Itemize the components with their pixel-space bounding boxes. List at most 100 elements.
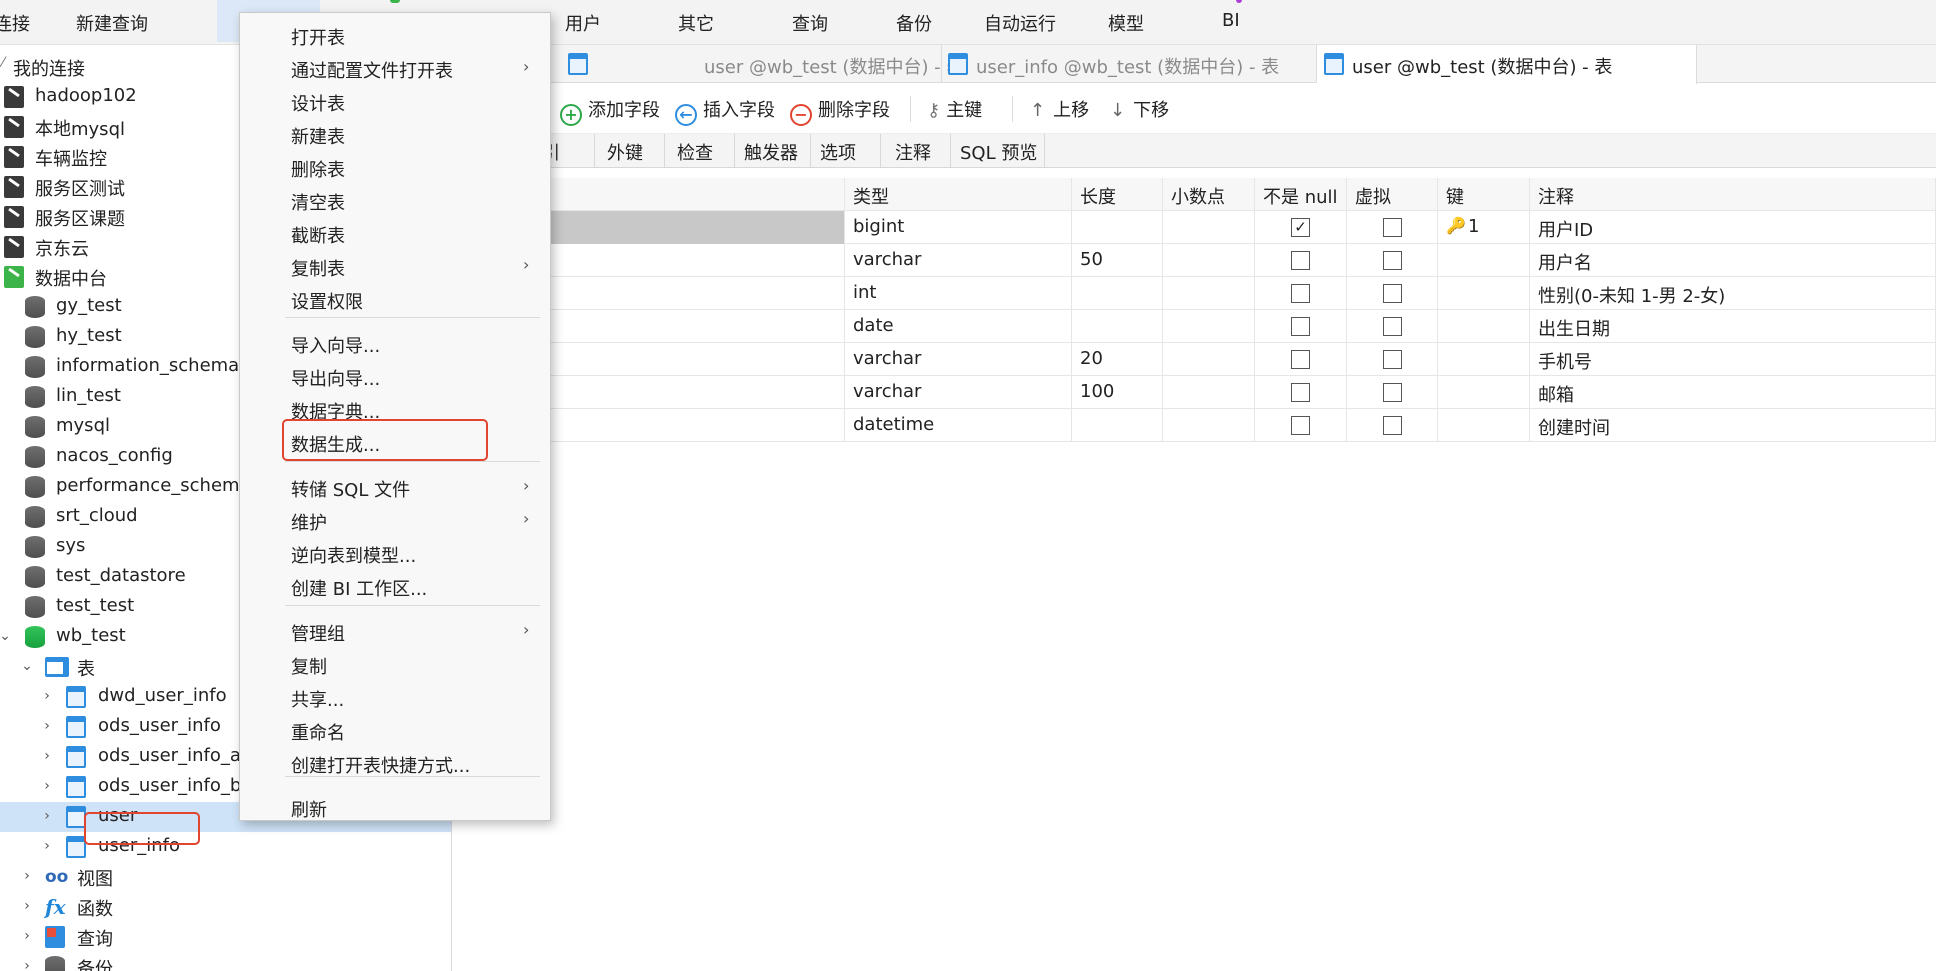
menu-item[interactable]: 通过配置文件打开表 › <box>240 54 552 82</box>
field-key-cell[interactable]: 🔑 1 <box>1438 211 1530 244</box>
checkbox-icon[interactable] <box>1383 218 1402 237</box>
field-type-cell[interactable]: varchar <box>845 343 1072 376</box>
field-decimals-cell[interactable] <box>1163 409 1255 442</box>
field-key-cell[interactable] <box>1438 376 1530 409</box>
checkbox-icon[interactable] <box>1291 383 1310 402</box>
subtab-triggers[interactable]: 触发器 <box>735 134 811 168</box>
field-type-cell[interactable]: varchar <box>845 244 1072 277</box>
field-decimals-cell[interactable] <box>1163 343 1255 376</box>
field-length-cell[interactable]: 100 <box>1072 376 1163 409</box>
toolbar-backup-button[interactable]: 备份 <box>896 10 932 36</box>
subtab-checks[interactable]: 检查 <box>665 134 735 168</box>
toolbar-bi-button[interactable]: BI <box>1222 10 1240 31</box>
subtab-comments[interactable]: 注释 <box>881 134 951 168</box>
tree-folder-queries[interactable]: › 查询 <box>0 922 451 952</box>
menu-item[interactable]: 创建 BI 工作区... <box>240 572 552 600</box>
move-up-button[interactable]: ↑ 上移 <box>1030 96 1089 122</box>
tree-folder-views[interactable]: › oo 视图 <box>0 862 451 892</box>
toolbar-automation-button[interactable]: 自动运行 <box>984 10 1056 36</box>
field-key-cell[interactable] <box>1438 310 1530 343</box>
field-row[interactable]: varchar 100 邮箱 <box>452 376 1936 409</box>
field-decimals-cell[interactable] <box>1163 277 1255 310</box>
field-type-cell[interactable]: bigint <box>845 211 1072 244</box>
tree-folder-backups[interactable]: › 备份 <box>0 952 451 971</box>
subtab-sql-preview[interactable]: SQL 预览 <box>951 134 1045 168</box>
field-comment-cell[interactable]: 创建时间 <box>1530 409 1936 442</box>
checkbox-icon[interactable] <box>1383 383 1402 402</box>
field-row[interactable]: medatetime创建时间 <box>452 409 1936 442</box>
field-length-cell[interactable]: 20 <box>1072 343 1163 376</box>
checkbox-icon[interactable] <box>1383 317 1402 336</box>
field-type-cell[interactable]: varchar <box>845 376 1072 409</box>
field-type-cell[interactable]: int <box>845 277 1072 310</box>
primary-key-button[interactable]: ⚷ 主键 <box>927 96 982 122</box>
field-length-cell[interactable] <box>1072 409 1163 442</box>
menu-item[interactable]: 复制 <box>240 650 552 678</box>
field-comment-cell[interactable]: 用户ID <box>1530 211 1936 244</box>
menu-item[interactable]: 重命名 <box>240 716 552 744</box>
menu-item[interactable]: 导入向导... <box>240 329 552 357</box>
tab-user-table-1[interactable]: user @wb_test (数据中台) - 表 <box>562 45 964 83</box>
toolbar-user-button[interactable]: 用户 <box>565 10 601 36</box>
field-row[interactable]: date 出生日期 <box>452 310 1936 343</box>
field-row[interactable]: int 性别(0-未知 1-男 2-女) <box>452 277 1936 310</box>
menu-item[interactable]: 逆向表到模型... <box>240 539 552 567</box>
grid-header-decimals[interactable]: 小数点 <box>1163 178 1255 211</box>
field-row[interactable]: nevarchar50用户名 <box>452 244 1936 277</box>
grid-header-type[interactable]: 类型 <box>845 178 1072 211</box>
tree-table[interactable]: › user_info <box>0 832 451 862</box>
grid-header-not-null[interactable]: 不是 null <box>1255 178 1347 211</box>
menu-item[interactable]: 导出向导... <box>240 362 552 390</box>
checkbox-icon[interactable] <box>1383 350 1402 369</box>
delete-field-button[interactable]: − 删除字段 <box>790 96 890 126</box>
menu-item[interactable]: 设置权限 <box>240 285 552 313</box>
menu-item[interactable]: 设计表 <box>240 87 552 115</box>
tab-user-table-active[interactable]: user @wb_test (数据中台) - 表 <box>1317 45 1697 84</box>
checkbox-checked-icon[interactable]: ✓ <box>1291 218 1310 237</box>
subtab-options[interactable]: 选项 <box>811 134 881 168</box>
move-down-button[interactable]: ↓ 下移 <box>1110 96 1169 122</box>
grid-header-comment[interactable]: 注释 <box>1530 178 1936 211</box>
tab-user-info-table[interactable]: user_info @wb_test (数据中台) - 表 <box>942 45 1317 83</box>
field-key-cell[interactable] <box>1438 277 1530 310</box>
menu-item[interactable]: 清空表 <box>240 186 552 214</box>
toolbar-model-button[interactable]: 模型 <box>1108 10 1144 36</box>
menu-item[interactable]: 转储 SQL 文件 › <box>240 473 552 501</box>
field-comment-cell[interactable]: 手机号 <box>1530 343 1936 376</box>
menu-item[interactable]: 管理组 › <box>240 617 552 645</box>
checkbox-icon[interactable] <box>1291 350 1310 369</box>
toolbar-connect-button[interactable]: 连接 <box>0 10 30 36</box>
field-key-cell[interactable] <box>1438 343 1530 376</box>
field-type-cell[interactable]: date <box>845 310 1072 343</box>
menu-item[interactable]: 删除表 <box>240 153 552 181</box>
field-length-cell[interactable] <box>1072 277 1163 310</box>
field-length-cell[interactable] <box>1072 310 1163 343</box>
field-comment-cell[interactable]: 用户名 <box>1530 244 1936 277</box>
toolbar-other-button[interactable]: 其它 <box>678 10 714 36</box>
tree-folder-functions[interactable]: › fx 函数 <box>0 892 451 922</box>
menu-item[interactable]: 创建打开表快捷方式... <box>240 749 552 777</box>
field-comment-cell[interactable]: 邮箱 <box>1530 376 1936 409</box>
grid-header-virtual[interactable]: 虚拟 <box>1347 178 1438 211</box>
add-field-button[interactable]: + 添加字段 <box>560 96 660 126</box>
subtab-foreign-keys[interactable]: 外键 <box>595 134 665 168</box>
menu-item[interactable]: 截断表 <box>240 219 552 247</box>
menu-item[interactable]: 新建表 <box>240 120 552 148</box>
field-row[interactable]: bigint ✓ 🔑 1 用户ID <box>452 211 1936 244</box>
menu-item[interactable]: 复制表 › <box>240 252 552 280</box>
field-length-cell[interactable] <box>1072 211 1163 244</box>
field-length-cell[interactable]: 50 <box>1072 244 1163 277</box>
grid-header-length[interactable]: 长度 <box>1072 178 1163 211</box>
toolbar-new-query-button[interactable]: 新建查询 <box>76 10 148 36</box>
checkbox-icon[interactable] <box>1383 416 1402 435</box>
menu-item[interactable]: 维护 › <box>240 506 552 534</box>
menu-item[interactable]: 共享... <box>240 683 552 711</box>
insert-field-button[interactable]: ← 插入字段 <box>675 96 775 126</box>
checkbox-icon[interactable] <box>1291 317 1310 336</box>
checkbox-icon[interactable] <box>1291 251 1310 270</box>
checkbox-icon[interactable] <box>1383 251 1402 270</box>
field-decimals-cell[interactable] <box>1163 310 1255 343</box>
field-type-cell[interactable]: datetime <box>845 409 1072 442</box>
field-comment-cell[interactable]: 性别(0-未知 1-男 2-女) <box>1530 277 1936 310</box>
checkbox-icon[interactable] <box>1291 284 1310 303</box>
